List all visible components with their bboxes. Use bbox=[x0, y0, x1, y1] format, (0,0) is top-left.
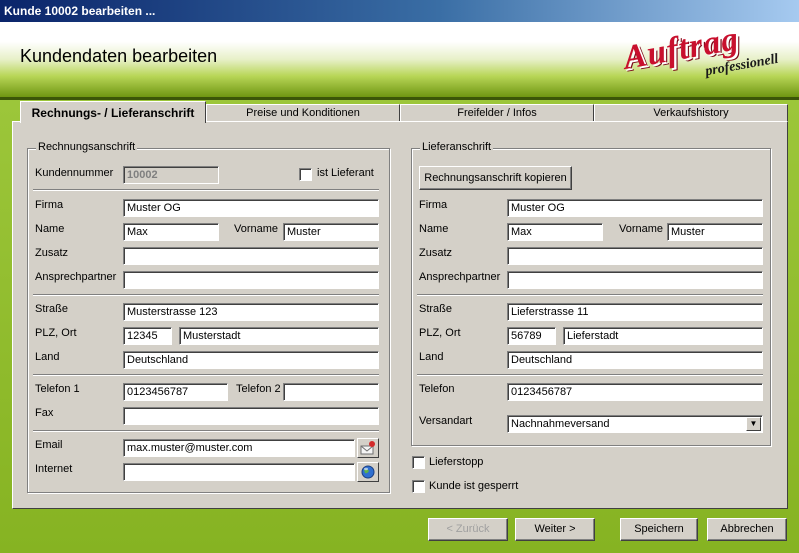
separator bbox=[417, 294, 763, 296]
delivery-ansprechpartner-field[interactable] bbox=[507, 271, 763, 289]
delivery-land-field[interactable]: Deutschland bbox=[507, 351, 763, 369]
back-button[interactable]: < Zurück bbox=[428, 518, 508, 541]
billing-plz-ort-label: PLZ, Ort bbox=[35, 327, 77, 339]
billing-telefon1-label: Telefon 1 bbox=[35, 383, 80, 395]
lieferstopp-checkbox[interactable] bbox=[412, 456, 425, 469]
logo: Auftrag professionell bbox=[621, 20, 781, 84]
page-title: Kundendaten bearbeiten bbox=[20, 46, 218, 66]
delivery-name-field[interactable]: Max bbox=[507, 223, 603, 241]
billing-zusatz-field[interactable] bbox=[123, 247, 379, 265]
chevron-down-icon[interactable]: ▼ bbox=[746, 417, 761, 431]
billing-telefon1-field[interactable]: 0123456787 bbox=[123, 383, 228, 401]
billing-internet-field[interactable] bbox=[123, 463, 355, 481]
separator bbox=[33, 189, 379, 191]
globe-icon bbox=[361, 465, 375, 479]
delivery-ansprechpartner-label: Ansprechpartner bbox=[419, 271, 501, 283]
open-website-button[interactable] bbox=[357, 462, 379, 482]
delivery-versandart-label: Versandart bbox=[419, 415, 473, 427]
send-email-button[interactable] bbox=[357, 438, 379, 458]
billing-group-label: Rechnungsanschrift bbox=[36, 141, 138, 153]
billing-firma-field[interactable]: Muster OG bbox=[123, 199, 379, 217]
versandart-value: Nachnahmeversand bbox=[511, 418, 610, 430]
billing-strasse-label: Straße bbox=[35, 303, 69, 315]
delivery-ort-field[interactable]: Lieferstadt bbox=[563, 327, 763, 345]
ist-lieferant-label: ist Lieferant bbox=[317, 167, 374, 179]
tab-freifelder-infos[interactable]: Freifelder / Infos bbox=[400, 104, 594, 122]
delivery-group-label: Lieferanschrift bbox=[420, 141, 494, 153]
delivery-address-group: Lieferanschrift bbox=[411, 141, 771, 446]
mail-icon bbox=[360, 441, 375, 455]
billing-telefon2-label: Telefon 2 bbox=[236, 383, 281, 395]
ist-lieferant-checkbox[interactable] bbox=[299, 168, 312, 181]
billing-email-field[interactable]: max.muster@muster.com bbox=[123, 439, 355, 457]
cancel-button[interactable]: Abbrechen bbox=[707, 518, 787, 541]
separator bbox=[417, 374, 763, 376]
delivery-telefon-label: Telefon bbox=[419, 383, 455, 395]
delivery-land-label: Land bbox=[419, 351, 444, 363]
lieferstopp-label: Lieferstopp bbox=[429, 456, 484, 468]
billing-ansprechpartner-label: Ansprechpartner bbox=[35, 271, 117, 283]
kundennummer-label: Kundennummer bbox=[35, 167, 114, 179]
billing-zusatz-label: Zusatz bbox=[35, 247, 69, 259]
delivery-zusatz-label: Zusatz bbox=[419, 247, 453, 259]
billing-plz-field[interactable]: 12345 bbox=[123, 327, 172, 345]
billing-land-field[interactable]: Deutschland bbox=[123, 351, 379, 369]
billing-ort-field[interactable]: Musterstadt bbox=[179, 327, 379, 345]
delivery-firma-label: Firma bbox=[419, 199, 448, 211]
billing-fax-label: Fax bbox=[35, 407, 54, 419]
delivery-telefon-field[interactable]: 0123456787 bbox=[507, 383, 763, 401]
billing-name-field[interactable]: Max bbox=[123, 223, 219, 241]
delivery-strasse-field[interactable]: Lieferstrasse 11 bbox=[507, 303, 763, 321]
tab-rechnungs-lieferanschrift[interactable]: Rechnungs- / Lieferanschrift bbox=[20, 101, 206, 123]
delivery-name-label: Name bbox=[419, 223, 449, 235]
billing-vorname-label: Vorname bbox=[234, 223, 279, 235]
billing-strasse-field[interactable]: Musterstrasse 123 bbox=[123, 303, 379, 321]
delivery-firma-field[interactable]: Muster OG bbox=[507, 199, 763, 217]
next-button[interactable]: Weiter > bbox=[515, 518, 595, 541]
versandart-select[interactable]: Nachnahmeversand ▼ bbox=[507, 415, 763, 433]
delivery-plz-field[interactable]: 56789 bbox=[507, 327, 556, 345]
delivery-vorname-field[interactable]: Muster bbox=[667, 223, 763, 241]
billing-vorname-field[interactable]: Muster bbox=[283, 223, 379, 241]
delivery-strasse-label: Straße bbox=[419, 303, 453, 315]
billing-email-label: Email bbox=[35, 439, 63, 451]
kunde-gesperrt-checkbox[interactable] bbox=[412, 480, 425, 493]
billing-telefon2-field[interactable] bbox=[283, 383, 379, 401]
delivery-zusatz-field[interactable] bbox=[507, 247, 763, 265]
kunde-gesperrt-label: Kunde ist gesperrt bbox=[429, 480, 519, 492]
window-title: Kunde 10002 bearbeiten ... bbox=[0, 0, 799, 22]
billing-ansprechpartner-field[interactable] bbox=[123, 271, 379, 289]
kundennummer-field: 10002 bbox=[123, 166, 219, 184]
billing-fax-field[interactable] bbox=[123, 407, 379, 425]
copy-billing-address-button[interactable]: Rechnungsanschrift kopieren bbox=[419, 166, 572, 190]
billing-firma-label: Firma bbox=[35, 199, 64, 211]
billing-internet-label: Internet bbox=[35, 463, 73, 475]
separator bbox=[33, 374, 379, 376]
billing-name-label: Name bbox=[35, 223, 65, 235]
billing-land-label: Land bbox=[35, 351, 60, 363]
header-banner: Kundendaten bearbeiten Auftrag professio… bbox=[0, 20, 799, 100]
tab-verkaufshistory[interactable]: Verkaufshistory bbox=[594, 104, 788, 122]
separator bbox=[33, 294, 379, 296]
delivery-vorname-label: Vorname bbox=[619, 223, 664, 235]
delivery-plz-ort-label: PLZ, Ort bbox=[419, 327, 461, 339]
separator bbox=[33, 430, 379, 432]
save-button[interactable]: Speichern bbox=[620, 518, 698, 541]
tab-preise-konditionen[interactable]: Preise und Konditionen bbox=[206, 104, 400, 122]
